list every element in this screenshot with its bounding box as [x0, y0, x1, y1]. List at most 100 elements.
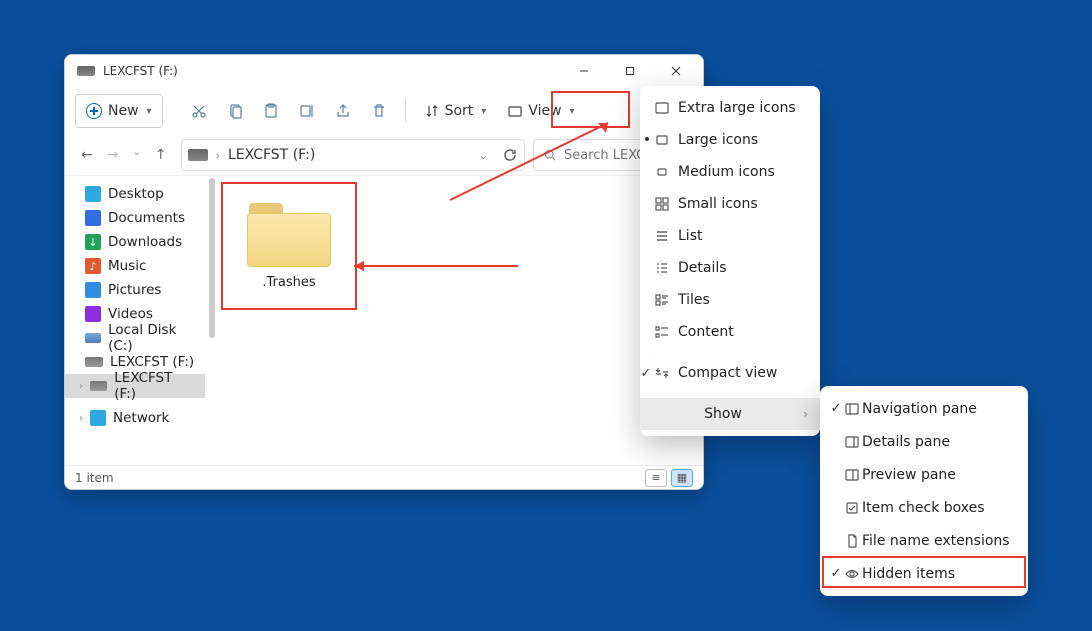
menu-item-show[interactable]: Show› — [640, 398, 820, 430]
icons-layout-button[interactable]: ▦ — [671, 469, 693, 487]
refresh-button[interactable] — [502, 147, 518, 163]
menu-item-details[interactable]: Details — [640, 252, 820, 284]
submenu-item-label: Details pane — [862, 434, 950, 450]
toolbar: New ▾ Sort ▾ View ▾ — [65, 87, 703, 135]
content-area[interactable]: .Trashes — [205, 176, 703, 465]
sidebar-item-label: Videos — [108, 306, 153, 322]
menu-item-tiles[interactable]: Tiles — [640, 284, 820, 316]
item-count: 1 item — [75, 471, 114, 485]
copy-button[interactable] — [219, 94, 251, 128]
new-label: New — [108, 103, 139, 119]
folder-item[interactable] — [247, 203, 331, 267]
submenu-item-label: Preview pane — [862, 467, 956, 483]
up-button[interactable]: ↑ — [155, 147, 167, 163]
chevron-down-icon: ▾ — [481, 106, 486, 117]
plus-icon — [86, 103, 102, 119]
address-bar[interactable]: › LEXCFST (F:) ⌄ — [181, 139, 525, 171]
paste-button[interactable] — [255, 94, 287, 128]
drive-icon — [85, 357, 103, 367]
pictures-icon — [85, 282, 101, 298]
drive-icon — [90, 381, 107, 391]
menu-item-content[interactable]: Content — [640, 316, 820, 348]
hidden-items-icon — [844, 566, 860, 582]
drive-icon — [188, 149, 208, 161]
minimize-button[interactable] — [561, 55, 607, 87]
check-icon: ✓ — [636, 366, 656, 381]
menu-item-label: Small icons — [678, 196, 758, 212]
recent-button[interactable]: ⌄ — [132, 147, 140, 163]
large-icons-icon — [654, 132, 670, 148]
submenu-item-check-boxes[interactable]: Item check boxes — [820, 491, 1028, 524]
annotation-folder-highlight: .Trashes — [221, 182, 357, 310]
sidebar-item-network[interactable]: ›Network — [65, 406, 205, 430]
sidebar-item-documents[interactable]: Documents — [65, 206, 205, 230]
menu-item-label: Medium icons — [678, 164, 775, 180]
menu-item-label: Extra large icons — [678, 100, 796, 116]
rename-button[interactable] — [291, 94, 323, 128]
sort-icon — [425, 104, 439, 118]
sidebar-item-pictures[interactable]: Pictures — [65, 278, 205, 302]
sidebar-item-label: Pictures — [108, 282, 161, 298]
explorer-window: LEXCFST (F:) New ▾ — [64, 54, 704, 490]
folder-label: .Trashes — [262, 275, 315, 290]
menu-item-large-icons[interactable]: •Large icons — [640, 124, 820, 156]
sort-label: Sort — [445, 103, 474, 119]
submenu-item-hidden-items[interactable]: ✓Hidden items — [820, 557, 1028, 590]
menu-item-list[interactable]: List — [640, 220, 820, 252]
menu-item-extra-large-icons[interactable]: Extra large icons — [640, 92, 820, 124]
scroll-thumb[interactable] — [209, 178, 215, 338]
back-button[interactable]: ← — [81, 147, 93, 163]
videos-icon — [85, 306, 101, 322]
menu-separator — [648, 352, 649, 353]
submenu-item-navigation-pane[interactable]: ✓Navigation pane — [820, 392, 1028, 425]
content-icon — [654, 324, 670, 340]
menu-item-label: Content — [678, 324, 734, 340]
status-bar: 1 item ≡ ▦ — [65, 465, 703, 489]
show-submenu: ✓Navigation pane Details pane Preview pa… — [820, 386, 1028, 596]
menu-item-small-icons[interactable]: Small icons — [640, 188, 820, 220]
tiles-icon — [654, 292, 670, 308]
chevron-down-icon[interactable]: ⌄ — [473, 149, 494, 162]
extra-large-icons-icon — [654, 100, 670, 116]
view-button[interactable]: View ▾ — [499, 94, 583, 128]
delete-button[interactable] — [363, 94, 395, 128]
new-button[interactable]: New ▾ — [75, 94, 163, 128]
menu-item-medium-icons[interactable]: Medium icons — [640, 156, 820, 188]
disk-icon — [85, 333, 101, 343]
check-icon: ✓ — [828, 566, 844, 581]
sidebar-item-desktop[interactable]: Desktop — [65, 182, 205, 206]
sidebar-item-music[interactable]: ♪Music — [65, 254, 205, 278]
sidebar-item-label: LEXCFST (F:) — [110, 354, 194, 370]
sort-button[interactable]: Sort ▾ — [416, 94, 496, 128]
menu-item-label: List — [678, 228, 702, 244]
drive-icon — [77, 66, 95, 76]
submenu-item-label: Item check boxes — [862, 500, 985, 516]
share-button[interactable] — [327, 94, 359, 128]
check-icon: ✓ — [828, 401, 844, 416]
navigation-pane[interactable]: Desktop Documents ↓Downloads ♪Music Pict… — [65, 176, 205, 465]
check-boxes-icon — [844, 500, 860, 516]
window-title: LEXCFST (F:) — [103, 64, 561, 78]
navigation-pane-icon — [844, 401, 860, 417]
cut-button[interactable] — [183, 94, 215, 128]
maximize-button[interactable] — [607, 55, 653, 87]
chevron-down-icon: ▾ — [570, 106, 575, 117]
view-menu: Extra large icons •Large icons Medium ic… — [640, 86, 820, 436]
submenu-item-preview-pane[interactable]: Preview pane — [820, 458, 1028, 491]
small-icons-icon — [654, 196, 670, 212]
scrollbar[interactable] — [207, 176, 217, 465]
sidebar-item-label: Music — [108, 258, 146, 274]
compact-view-icon — [654, 365, 670, 381]
sidebar-item-local-disk[interactable]: Local Disk (C:) — [65, 326, 205, 350]
title-bar: LEXCFST (F:) — [65, 55, 703, 87]
search-icon — [544, 148, 556, 162]
sidebar-item-lexcfst-selected[interactable]: ›LEXCFST (F:) — [65, 374, 205, 398]
details-layout-button[interactable]: ≡ — [645, 469, 667, 487]
menu-item-compact-view[interactable]: ✓Compact view — [640, 357, 820, 389]
forward-button[interactable]: → — [107, 147, 119, 163]
submenu-item-details-pane[interactable]: Details pane — [820, 425, 1028, 458]
close-button[interactable] — [653, 55, 699, 87]
submenu-item-file-extensions[interactable]: File name extensions — [820, 524, 1028, 557]
sidebar-item-label: Network — [113, 410, 169, 426]
sidebar-item-downloads[interactable]: ↓Downloads — [65, 230, 205, 254]
